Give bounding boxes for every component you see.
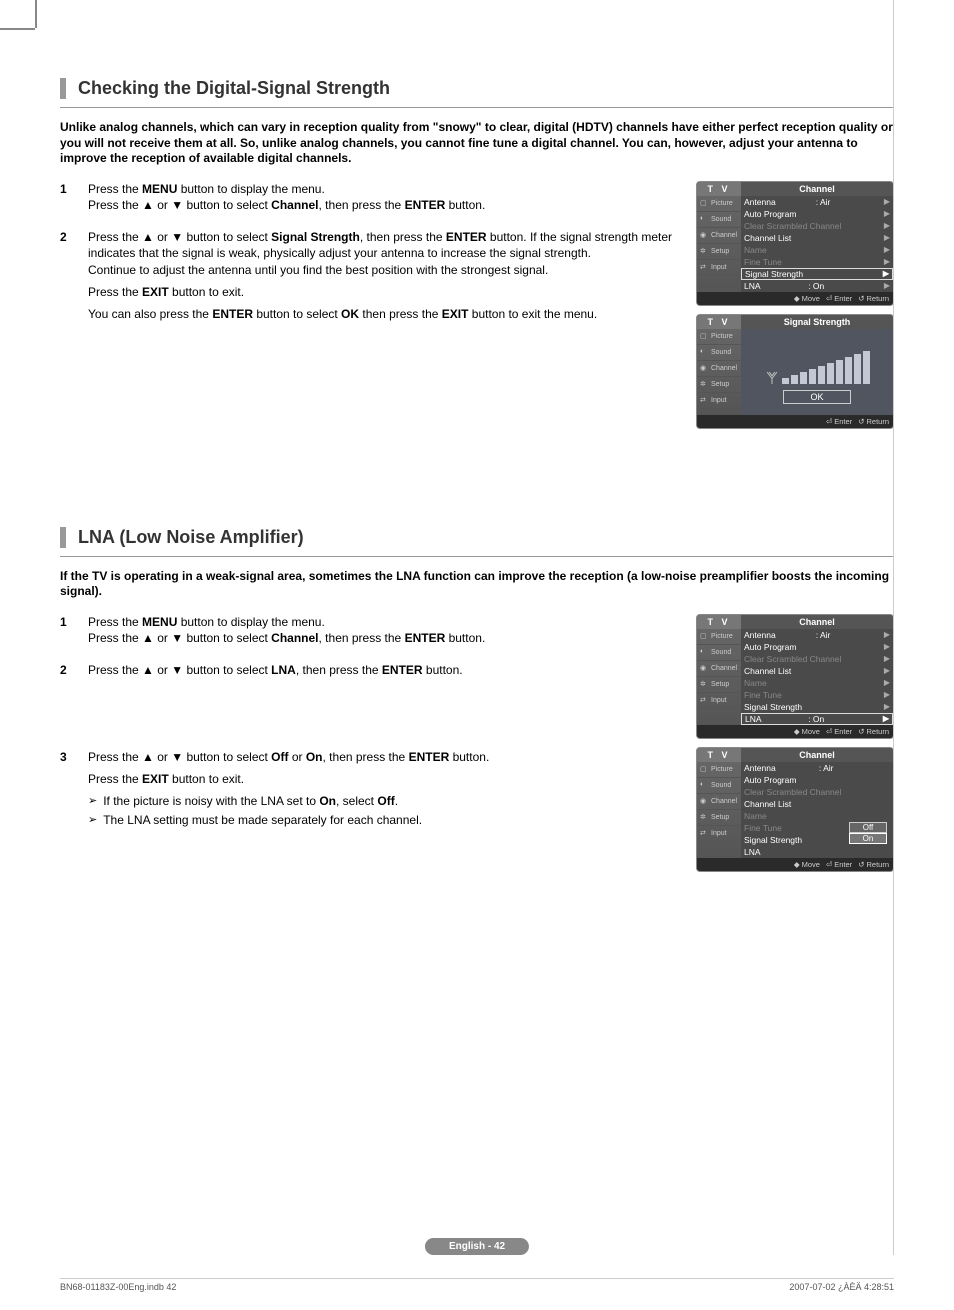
hint-return: ↺ Return bbox=[858, 727, 889, 736]
section-intro-2: If the TV is operating in a weak-signal … bbox=[60, 569, 894, 600]
side-input: ⇄Input bbox=[697, 693, 741, 709]
step-body: Press the MENU button to display the men… bbox=[88, 181, 682, 219]
step-number: 2 bbox=[60, 662, 74, 684]
hint-enter: ⏎ Enter bbox=[826, 417, 852, 426]
side-input: ⇄Input bbox=[697, 260, 741, 276]
step-body: Press the MENU button to display the men… bbox=[88, 614, 682, 652]
hint-enter: ⏎ Enter bbox=[826, 860, 852, 869]
lna-options: Off On bbox=[849, 822, 887, 844]
hint-return: ↺ Return bbox=[858, 294, 889, 303]
doc-date: 2007-07-02 ¿ÀÈÄ 4:28:51 bbox=[789, 1282, 894, 1292]
section-title-1: Checking the Digital-Signal Strength bbox=[60, 78, 894, 99]
side-setup: ✲Setup bbox=[697, 677, 741, 693]
side-channel: ◉Channel bbox=[697, 794, 741, 810]
hint-move: ◆ Move bbox=[794, 860, 820, 869]
side-sound: ◐Sound bbox=[697, 212, 741, 228]
side-picture: ▢Picture bbox=[697, 762, 741, 778]
side-channel: ◉Channel bbox=[697, 361, 741, 377]
side-input: ⇄Input bbox=[697, 393, 741, 409]
tv-label: T V bbox=[697, 748, 741, 762]
side-picture: ▢Picture bbox=[697, 329, 741, 345]
page-number: English - 42 bbox=[425, 1238, 529, 1255]
hint-move: ◆ Move bbox=[794, 294, 820, 303]
tv-menu-title: Channel bbox=[741, 748, 893, 762]
side-setup: ✲Setup bbox=[697, 377, 741, 393]
doc-file: BN68-01183Z-00Eng.indb 42 bbox=[60, 1282, 176, 1292]
ok-button: OK bbox=[783, 390, 850, 404]
step-body: Press the ▲ or ▼ button to select LNA, t… bbox=[88, 662, 682, 684]
section-intro-1: Unlike analog channels, which can vary i… bbox=[60, 120, 894, 167]
hint-return: ↺ Return bbox=[858, 860, 889, 869]
side-sound: ◐Sound bbox=[697, 345, 741, 361]
tv-label: T V bbox=[697, 182, 741, 196]
step-body: Press the ▲ or ▼ button to select Signal… bbox=[88, 229, 682, 328]
hint-enter: ⏎ Enter bbox=[826, 294, 852, 303]
side-picture: ▢Picture bbox=[697, 196, 741, 212]
lna-off: Off bbox=[849, 822, 887, 833]
tv-menu-signal-strength: T V Signal Strength ▢Picture ◐Sound ◉Cha… bbox=[696, 314, 894, 429]
side-sound: ◐Sound bbox=[697, 778, 741, 794]
note-arrow-icon: ➢ bbox=[88, 812, 97, 828]
step-number: 1 bbox=[60, 614, 74, 652]
tv-menu-channel-signal: T V Channel ▢Picture ◐Sound ◉Channel ✲Se… bbox=[696, 181, 894, 306]
tv-label: T V bbox=[697, 315, 741, 329]
tv-menu-title: Signal Strength bbox=[741, 315, 893, 329]
hint-enter: ⏎ Enter bbox=[826, 727, 852, 736]
tv-menu-channel-lna-options: T V Channel ▢Picture ◐Sound ◉Channel ✲Se… bbox=[696, 747, 894, 872]
side-sound: ◐Sound bbox=[697, 645, 741, 661]
tv-menu-title: Channel bbox=[741, 182, 893, 196]
side-picture: ▢Picture bbox=[697, 629, 741, 645]
side-setup: ✲Setup bbox=[697, 810, 741, 826]
step-number: 1 bbox=[60, 181, 74, 219]
side-input: ⇄Input bbox=[697, 826, 741, 842]
antenna-icon bbox=[765, 370, 779, 384]
step-number: 2 bbox=[60, 229, 74, 328]
hint-move: ◆ Move bbox=[794, 727, 820, 736]
step-number: 3 bbox=[60, 749, 74, 832]
side-channel: ◉Channel bbox=[697, 661, 741, 677]
signal-bars bbox=[782, 350, 870, 384]
tv-label: T V bbox=[697, 615, 741, 629]
tv-menu-title: Channel bbox=[741, 615, 893, 629]
hint-return: ↺ Return bbox=[858, 417, 889, 426]
note-arrow-icon: ➢ bbox=[88, 793, 97, 809]
side-setup: ✲Setup bbox=[697, 244, 741, 260]
side-channel: ◉Channel bbox=[697, 228, 741, 244]
step-body: Press the ▲ or ▼ button to select Off or… bbox=[88, 749, 682, 832]
tv-menu-channel-lna: T V Channel ▢Picture ◐Sound ◉Channel ✲Se… bbox=[696, 614, 894, 739]
lna-on: On bbox=[849, 833, 887, 844]
section-title-2: LNA (Low Noise Amplifier) bbox=[60, 527, 894, 548]
